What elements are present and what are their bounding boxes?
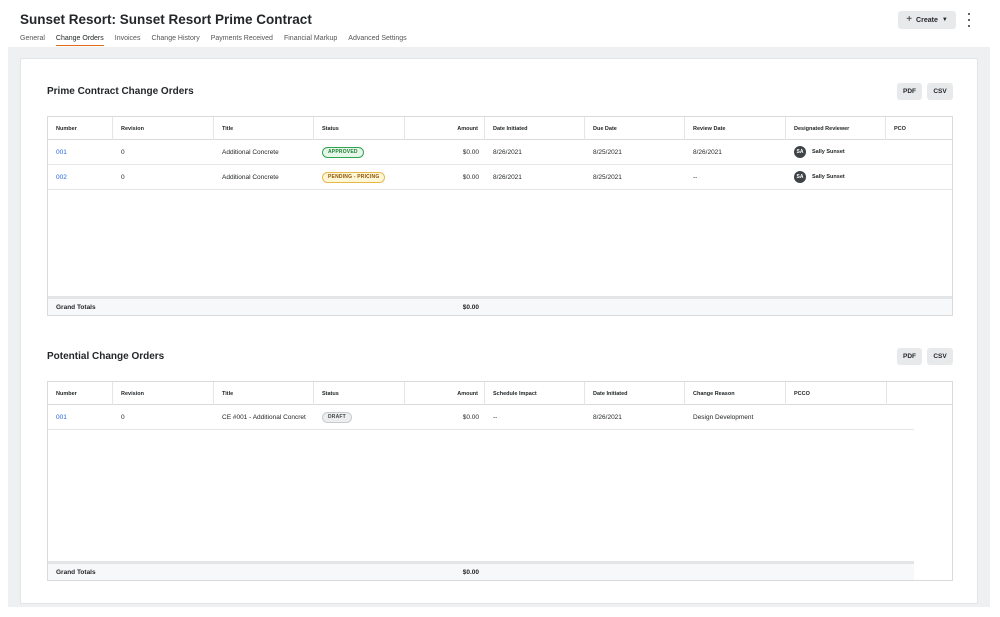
column-header[interactable]: Change Reason bbox=[685, 382, 786, 405]
column-header[interactable]: Designated Reviewer bbox=[786, 117, 886, 140]
row-date-initiated: 8/26/2021 bbox=[493, 173, 522, 181]
row-pcco bbox=[786, 405, 887, 429]
row-pco bbox=[886, 140, 952, 164]
plus-icon: + bbox=[906, 14, 913, 25]
row-due-date: 8/25/2021 bbox=[593, 173, 622, 181]
content-card: Prime Contract Change Orders PDF CSV Num… bbox=[20, 58, 978, 604]
row-number[interactable]: 002 bbox=[56, 174, 67, 181]
column-header[interactable]: Title bbox=[214, 382, 314, 405]
reviewer-name: Sally Sunset bbox=[812, 149, 845, 155]
prime-section-title: Prime Contract Change Orders bbox=[47, 86, 194, 97]
page-title: Sunset Resort: Sunset Resort Prime Contr… bbox=[20, 12, 312, 27]
table-row[interactable]: 002 0 Additional Concrete PENDING - PRIC… bbox=[48, 165, 952, 190]
create-button[interactable]: + Create ▼ bbox=[898, 11, 956, 29]
tab-bar: General Change Orders Invoices Change Hi… bbox=[20, 35, 418, 46]
row-amount: $0.00 bbox=[462, 173, 479, 181]
tab-change-orders[interactable]: Change Orders bbox=[55, 35, 104, 46]
row-number-link[interactable]: 001 bbox=[48, 405, 113, 429]
row-date-initiated: 8/26/2021 bbox=[593, 413, 622, 421]
avatar: SA bbox=[794, 146, 806, 158]
page-header: Sunset Resort: Sunset Resort Prime Contr… bbox=[0, 0, 1000, 46]
column-header[interactable]: Schedule Impact bbox=[485, 382, 585, 405]
row-reviewer: SA Sally Sunset bbox=[786, 165, 886, 189]
tab-general[interactable]: General bbox=[20, 35, 45, 46]
column-header-spacer bbox=[887, 382, 952, 405]
caret-down-icon: ▼ bbox=[941, 17, 948, 23]
column-header[interactable]: Date Initiated bbox=[585, 382, 685, 405]
row-number[interactable]: 001 bbox=[56, 149, 67, 156]
row-pco bbox=[886, 165, 952, 189]
tab-payments-received[interactable]: Payments Received bbox=[211, 35, 273, 46]
tab-advanced-settings[interactable]: Advanced Settings bbox=[348, 35, 406, 46]
row-reviewer: SA Sally Sunset bbox=[786, 140, 886, 164]
row-revision: 0 bbox=[121, 173, 125, 181]
column-header[interactable]: Due Date bbox=[585, 117, 685, 140]
prime-pdf-button[interactable]: PDF bbox=[897, 83, 922, 100]
table-row[interactable]: 001 0 Additional Concrete APPROVED $0.00… bbox=[48, 140, 952, 165]
row-revision: 0 bbox=[121, 148, 125, 156]
column-header[interactable]: PCCO bbox=[786, 382, 887, 405]
row-date-initiated: 8/26/2021 bbox=[493, 148, 522, 156]
column-header[interactable]: Number bbox=[48, 117, 113, 140]
row-amount: $0.00 bbox=[462, 413, 479, 421]
column-header[interactable]: Status bbox=[314, 117, 405, 140]
tab-invoices[interactable]: Invoices bbox=[115, 35, 141, 46]
column-header[interactable]: Amount bbox=[405, 382, 485, 405]
row-status: PENDING - PRICING bbox=[314, 165, 405, 189]
row-status: APPROVED bbox=[314, 140, 405, 164]
column-header[interactable]: Date Initiated bbox=[485, 117, 585, 140]
status-badge: PENDING - PRICING bbox=[322, 171, 386, 183]
status-badge: DRAFT bbox=[322, 411, 352, 423]
row-review-date: -- bbox=[693, 173, 698, 181]
potential-pdf-button[interactable]: PDF bbox=[897, 348, 922, 365]
row-amount: $0.00 bbox=[462, 148, 479, 156]
column-header[interactable]: PCO bbox=[886, 117, 952, 140]
reviewer-name: Sally Sunset bbox=[812, 174, 845, 180]
grand-totals-label: Grand Totals bbox=[56, 303, 96, 311]
row-due-date: 8/25/2021 bbox=[593, 148, 622, 156]
row-number-link[interactable]: 001 bbox=[48, 140, 113, 164]
column-header[interactable]: Review Date bbox=[685, 117, 786, 140]
potential-change-orders-table: Number Revision Title Status Amount Sche… bbox=[47, 381, 953, 581]
row-status: DRAFT bbox=[314, 405, 405, 429]
grand-totals-row: Grand Totals $0.00 bbox=[48, 296, 952, 315]
grand-totals-amount: $0.00 bbox=[462, 303, 479, 311]
potential-section-title: Potential Change Orders bbox=[47, 351, 165, 362]
column-header[interactable]: Amount bbox=[405, 117, 485, 140]
grand-totals-amount: $0.00 bbox=[462, 568, 479, 576]
avatar: SA bbox=[794, 171, 806, 183]
row-change-reason: Design Development bbox=[693, 413, 754, 421]
table-row[interactable]: 001 0 CE #001 - Additional Concret DRAFT… bbox=[48, 405, 914, 430]
row-schedule-impact: -- bbox=[493, 413, 498, 421]
row-review-date: 8/26/2021 bbox=[693, 148, 722, 156]
tab-financial-markup[interactable]: Financial Markup bbox=[284, 35, 337, 46]
column-header[interactable]: Number bbox=[48, 382, 113, 405]
status-badge: APPROVED bbox=[322, 146, 364, 158]
grand-totals-row: Grand Totals $0.00 bbox=[48, 561, 914, 580]
potential-csv-button[interactable]: CSV bbox=[927, 348, 953, 365]
table-header: Number Revision Title Status Amount Date… bbox=[48, 117, 952, 140]
prime-csv-button[interactable]: CSV bbox=[927, 83, 953, 100]
column-header[interactable]: Title bbox=[214, 117, 314, 140]
create-button-label: Create bbox=[916, 16, 938, 24]
column-header[interactable]: Revision bbox=[113, 117, 214, 140]
prime-change-orders-table: Number Revision Title Status Amount Date… bbox=[47, 116, 953, 316]
grand-totals-label: Grand Totals bbox=[56, 568, 96, 576]
table-header: Number Revision Title Status Amount Sche… bbox=[48, 382, 952, 405]
column-header[interactable]: Status bbox=[314, 382, 405, 405]
kebab-menu-icon[interactable] bbox=[966, 13, 972, 27]
row-number[interactable]: 001 bbox=[56, 414, 67, 421]
column-header[interactable]: Revision bbox=[113, 382, 214, 405]
row-title: Additional Concrete bbox=[222, 173, 279, 181]
row-title: CE #001 - Additional Concret bbox=[222, 413, 306, 421]
row-title: Additional Concrete bbox=[222, 148, 279, 156]
row-revision: 0 bbox=[121, 413, 125, 421]
row-number-link[interactable]: 002 bbox=[48, 165, 113, 189]
tab-change-history[interactable]: Change History bbox=[151, 35, 199, 46]
